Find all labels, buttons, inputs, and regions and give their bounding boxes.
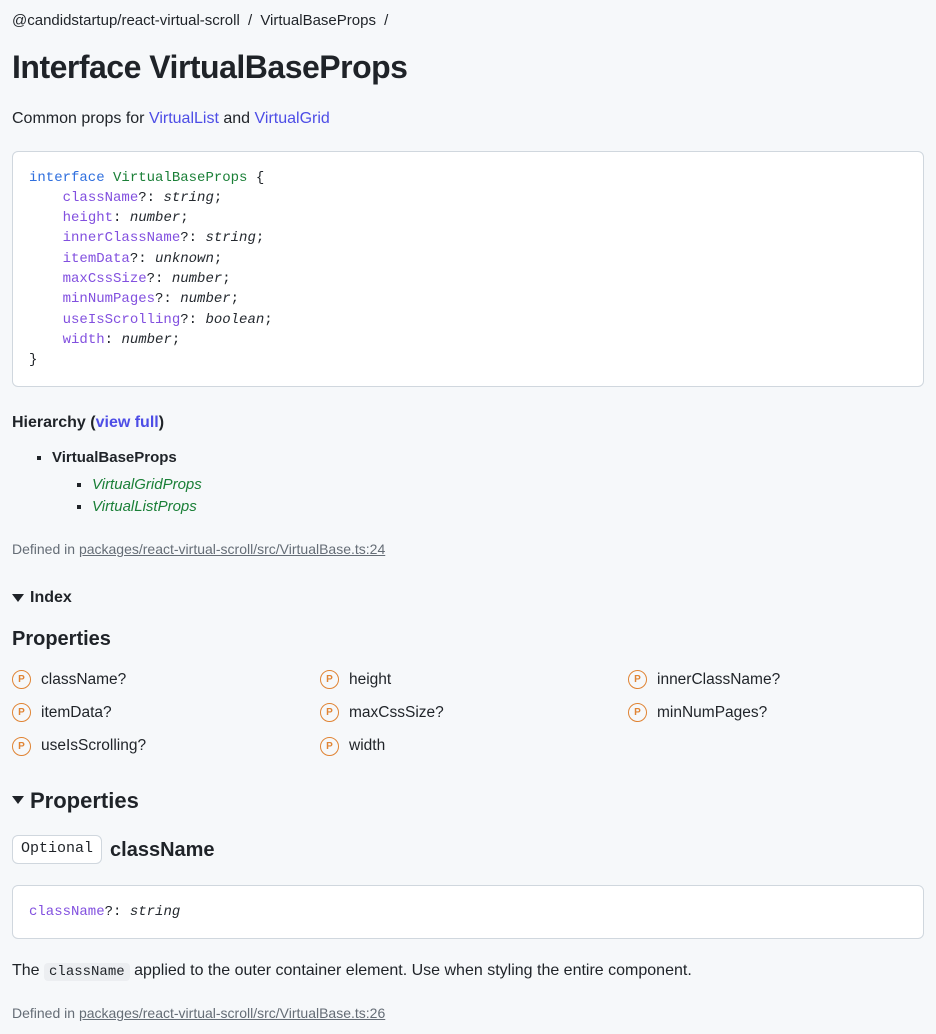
index-toggle[interactable]: Index [12, 586, 924, 610]
hierarchy-child-link[interactable]: VirtualGridProps [92, 476, 202, 493]
defined-in-link[interactable]: packages/react-virtual-scroll/src/Virtua… [79, 541, 385, 557]
properties-heading-label: Properties [30, 784, 139, 817]
defined-in: Defined in packages/react-virtual-scroll… [12, 1003, 924, 1024]
index-item-label: itemData? [41, 701, 112, 724]
index-item[interactable]: PclassName? [12, 668, 308, 691]
breadcrumb-page[interactable]: VirtualBaseProps [260, 12, 376, 29]
optional-badge: Optional [12, 835, 102, 864]
breadcrumb-sep: / [380, 12, 392, 29]
index-item[interactable]: PitemData? [12, 701, 308, 724]
defined-in: Defined in packages/react-virtual-scroll… [12, 539, 924, 560]
property-description: The className applied to the outer conta… [12, 959, 924, 983]
description: Common props for VirtualList and Virtual… [12, 107, 924, 131]
properties-toggle[interactable]: Properties [12, 784, 924, 817]
hierarchy-label-pre: Hierarchy ( [12, 414, 96, 431]
index-item[interactable]: PuseIsScrolling? [12, 734, 308, 757]
index-item[interactable]: PmaxCssSize? [320, 701, 616, 724]
index-item[interactable]: PminNumPages? [628, 701, 924, 724]
property-icon: P [12, 670, 31, 689]
sig-type: string [130, 904, 180, 920]
breadcrumb-sep: / [244, 12, 256, 29]
chevron-down-icon [12, 796, 24, 804]
sig-prop-name: className [29, 904, 105, 920]
index-item-label: useIsScrolling? [41, 734, 146, 757]
prop-desc-post: applied to the outer container element. … [130, 962, 692, 979]
hierarchy-list: VirtualBaseProps VirtualGridProps Virtual… [12, 447, 924, 519]
index-item-label: maxCssSize? [349, 701, 444, 724]
index-item-label: className? [41, 668, 126, 691]
property-icon: P [320, 703, 339, 722]
index-item-label: height [349, 668, 391, 691]
desc-text: Common props for [12, 110, 149, 127]
link-virtualgrid[interactable]: VirtualGrid [255, 110, 330, 127]
defined-in-link[interactable]: packages/react-virtual-scroll/src/Virtua… [79, 1005, 385, 1021]
hierarchy-root: VirtualBaseProps VirtualGridProps Virtual… [52, 447, 924, 519]
breadcrumb: @candidstartup/react-virtual-scroll / Vi… [12, 0, 924, 33]
prop-desc-pre: The [12, 962, 44, 979]
inline-code: className [44, 963, 130, 981]
hierarchy-child-link[interactable]: VirtualListProps [92, 498, 197, 515]
property-icon: P [320, 737, 339, 756]
index-properties-heading: Properties [12, 624, 924, 654]
property-icon: P [12, 737, 31, 756]
index-item-label: innerClassName? [657, 668, 780, 691]
property-icon: P [320, 670, 339, 689]
chevron-down-icon [12, 594, 24, 602]
property-icon: P [628, 703, 647, 722]
index-item-label: width [349, 734, 385, 757]
hierarchy-heading: Hierarchy (view full) [12, 411, 924, 435]
hierarchy-child: VirtualGridProps [92, 474, 924, 497]
index-grid: PclassName?PheightPinnerClassName?PitemD… [12, 668, 924, 758]
defined-in-label: Defined in [12, 1005, 79, 1021]
index-item-label: minNumPages? [657, 701, 767, 724]
hierarchy-view-full[interactable]: view full [96, 414, 159, 431]
property-name: className [110, 835, 215, 865]
desc-text: and [219, 110, 255, 127]
link-virtuallist[interactable]: VirtualList [149, 110, 219, 127]
property-icon: P [628, 670, 647, 689]
breadcrumb-pkg[interactable]: @candidstartup/react-virtual-scroll [12, 12, 240, 29]
index-item[interactable]: Pwidth [320, 734, 616, 757]
hierarchy-child: VirtualListProps [92, 496, 924, 519]
property-header: Optional className [12, 835, 924, 865]
page-title: Interface VirtualBaseProps [12, 43, 924, 91]
property-signature: className?: string [12, 885, 924, 939]
hierarchy-root-label: VirtualBaseProps [52, 449, 177, 466]
hierarchy-label-post: ) [159, 414, 164, 431]
property-icon: P [12, 703, 31, 722]
sig-opt: ?: [105, 904, 122, 920]
index-heading: Index [30, 586, 72, 610]
index-item[interactable]: PinnerClassName? [628, 668, 924, 691]
signature-panel: interface VirtualBaseProps { className?:… [12, 151, 924, 388]
index-item[interactable]: Pheight [320, 668, 616, 691]
defined-in-label: Defined in [12, 541, 79, 557]
